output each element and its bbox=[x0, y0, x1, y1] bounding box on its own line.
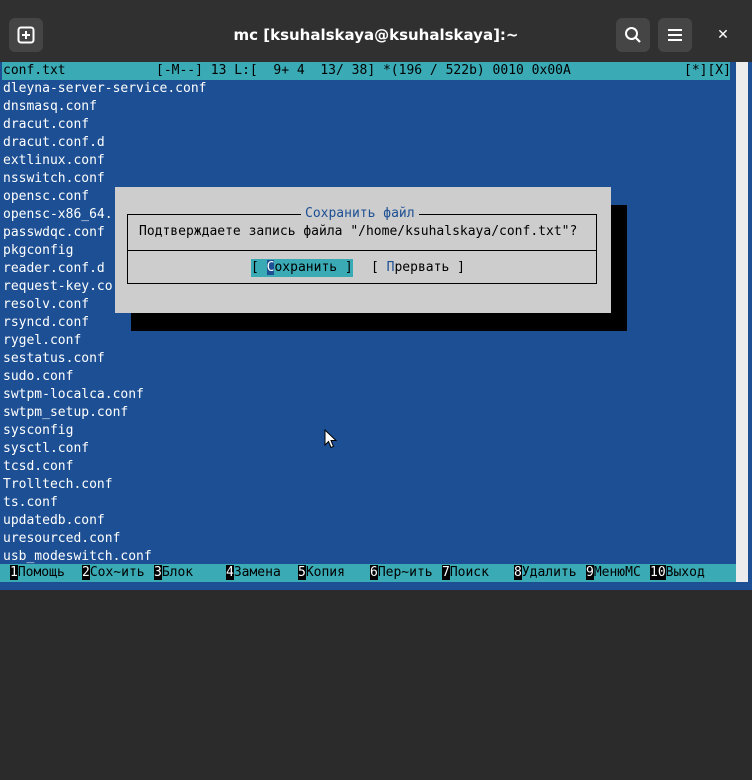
search-icon bbox=[625, 27, 641, 43]
terminal[interactable]: conf.txt [-M--] 13 L:[ 9+ 4 13/ 38] *(19… bbox=[0, 62, 752, 590]
save-button[interactable]: [ Сохранить ] bbox=[251, 259, 353, 277]
fkey-number: 4 bbox=[226, 565, 234, 580]
editor-line[interactable]: extlinux.conf bbox=[3, 152, 207, 170]
editor-line[interactable]: sysconfig bbox=[3, 422, 207, 440]
abort-button-label: рервать bbox=[394, 260, 450, 275]
editor-line[interactable]: nsswitch.conf bbox=[3, 170, 207, 188]
fkey-number: 8 bbox=[514, 565, 522, 580]
editor-line[interactable]: dracut.conf.d bbox=[3, 134, 207, 152]
fkey-10[interactable]: 10Выход bbox=[650, 564, 736, 582]
fkey-label: МенюMC bbox=[593, 564, 650, 582]
fkey-number: 5 bbox=[298, 565, 306, 580]
hamburger-menu-icon bbox=[668, 29, 682, 41]
fkey-1[interactable]: 1Помощь bbox=[10, 564, 78, 582]
save-file-dialog: Сохранить файл Подтверждаете запись файл… bbox=[115, 187, 611, 313]
abort-button[interactable]: [ Прервать ] bbox=[371, 259, 465, 277]
search-button[interactable] bbox=[616, 18, 650, 52]
editor-line[interactable]: uresourced.conf bbox=[3, 530, 207, 548]
fkey-5[interactable]: 5Копия bbox=[298, 564, 370, 582]
fkey-number: 2 bbox=[82, 565, 90, 580]
menu-button[interactable] bbox=[658, 18, 692, 52]
editor-line[interactable]: sysctl.conf bbox=[3, 440, 207, 458]
dialog-title: Сохранить файл bbox=[301, 205, 419, 223]
fkey-label: Копия bbox=[305, 564, 370, 582]
dialog-message: Подтверждаете запись файла "/home/ksuhal… bbox=[139, 224, 578, 239]
fkey-label: Сох~ить bbox=[89, 564, 154, 582]
fkey-number: 7 bbox=[442, 565, 450, 580]
fkey-number: 3 bbox=[154, 565, 162, 580]
fkey-number: 6 bbox=[370, 565, 378, 580]
mouse-pointer-icon bbox=[324, 429, 338, 449]
status-filename: conf.txt bbox=[3, 63, 66, 78]
editor-line[interactable]: swtpm-localca.conf bbox=[3, 386, 207, 404]
close-button[interactable]: ✕ bbox=[706, 18, 740, 52]
fkey-label: Удалить bbox=[521, 564, 586, 582]
editor-line[interactable]: tcsd.conf bbox=[3, 458, 207, 476]
fkey-number: 10 bbox=[650, 565, 666, 580]
fkey-label: Поиск bbox=[449, 564, 514, 582]
fkey-7[interactable]: 7Поиск bbox=[442, 564, 514, 582]
close-icon: ✕ bbox=[717, 27, 729, 43]
status-flags: [*][X] bbox=[684, 63, 731, 78]
terminal-scrollbar[interactable] bbox=[736, 62, 748, 582]
function-key-bar: 1Помощь 2Сох~ить 3Блок 4Замена 5Копия 6П… bbox=[0, 564, 736, 582]
fkey-label: Пер~ить bbox=[377, 564, 442, 582]
abort-button-close: ] bbox=[449, 260, 465, 275]
title-bar: mc [ksuhalskaya@ksuhalskaya]:~ ✕ bbox=[0, 0, 752, 62]
fkey-label: Замена bbox=[233, 564, 298, 582]
editor-line[interactable]: updatedb.conf bbox=[3, 512, 207, 530]
abort-button-open: [ bbox=[371, 260, 387, 275]
fkey-number: 9 bbox=[586, 565, 594, 580]
editor-line[interactable]: dleyna-server-service.conf bbox=[3, 80, 207, 98]
fkey-8[interactable]: 8Удалить bbox=[514, 564, 586, 582]
editor-line[interactable]: rygel.conf bbox=[3, 332, 207, 350]
editor-line[interactable]: dracut.conf bbox=[3, 116, 207, 134]
fkey-6[interactable]: 6Пер~ить bbox=[370, 564, 442, 582]
save-button-open: [ bbox=[251, 260, 267, 275]
editor-line[interactable]: sudo.conf bbox=[3, 368, 207, 386]
fkey-3[interactable]: 3Блок bbox=[154, 564, 226, 582]
editor-line[interactable]: sestatus.conf bbox=[3, 350, 207, 368]
save-button-close: ] bbox=[337, 260, 353, 275]
editor-line[interactable]: dnsmasq.conf bbox=[3, 98, 207, 116]
save-button-label: охранить bbox=[274, 260, 338, 275]
editor-line[interactable]: ts.conf bbox=[3, 494, 207, 512]
fkey-label: Выход bbox=[665, 564, 736, 582]
fkey-4[interactable]: 4Замена bbox=[226, 564, 298, 582]
fkey-9[interactable]: 9МенюMC bbox=[586, 564, 650, 582]
editor-line[interactable]: Trolltech.conf bbox=[3, 476, 207, 494]
editor-status-line: conf.txt [-M--] 13 L:[ 9+ 4 13/ 38] *(19… bbox=[2, 62, 731, 80]
fkey-2[interactable]: 2Сох~ить bbox=[82, 564, 154, 582]
status-mode: [-M--] 13 L:[ 9+ 4 13/ 38] *(196 / 522b)… bbox=[156, 63, 571, 78]
dialog-separator bbox=[127, 250, 597, 251]
fkey-label: Помощь bbox=[17, 564, 78, 582]
fkey-label: Блок bbox=[161, 564, 226, 582]
editor-line[interactable]: swtpm_setup.conf bbox=[3, 404, 207, 422]
fkey-number: 1 bbox=[10, 565, 18, 580]
